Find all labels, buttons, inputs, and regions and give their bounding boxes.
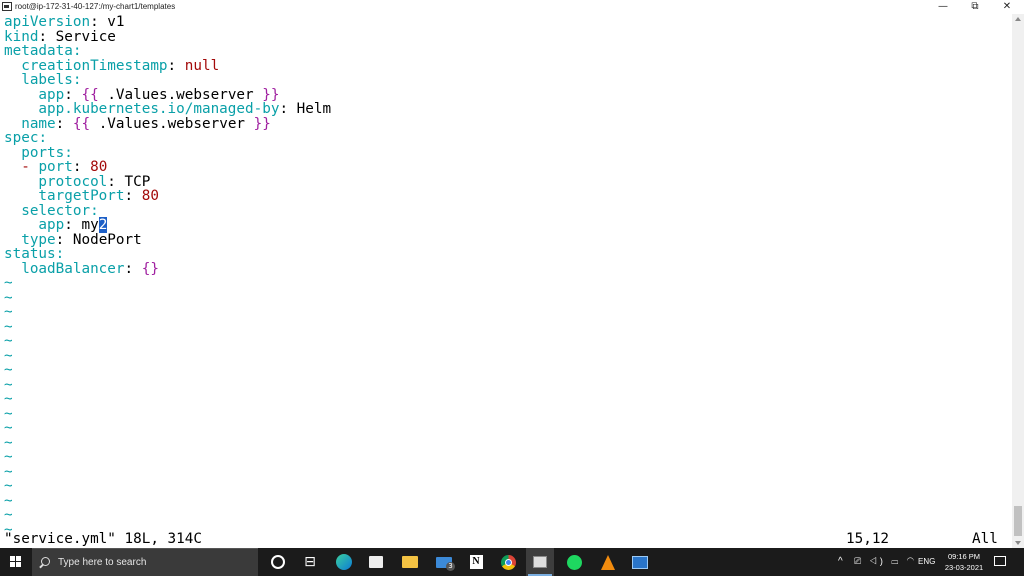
- cortana-icon[interactable]: [268, 552, 288, 572]
- empty-line-tilde: ~: [4, 478, 13, 494]
- putty-icon: [2, 2, 12, 11]
- clock[interactable]: 09:16 PM 23-03-2021: [942, 551, 986, 579]
- empty-line-tilde: ~: [4, 420, 13, 436]
- empty-line-tilde: ~: [4, 362, 13, 378]
- vim-cursor-position: 15,12: [846, 531, 890, 547]
- clock-time: 09:16 PM: [947, 552, 981, 561]
- file-explorer-icon[interactable]: [400, 552, 420, 572]
- code-token: {}: [141, 260, 159, 277]
- taskbar: Type here to search ⊟ 3 N ^ ⎚ ◁) ▭ ◠ ENG…: [0, 548, 1024, 576]
- task-view-icon[interactable]: ⊟: [300, 552, 320, 572]
- empty-line-tilde: ~: [4, 333, 13, 349]
- empty-line-tilde: ~: [4, 304, 13, 320]
- code-token: loadBalancer: [4, 260, 125, 277]
- window-title-bar[interactable]: root@ip-172-31-40-127:/my-chart1/templat…: [0, 0, 1024, 14]
- vim-terminal[interactable]: apiVersion: v1 kind: Service metadata: cre…: [0, 14, 1012, 548]
- system-tray-icons[interactable]: ⎚ ◁) ▭ ◠: [854, 556, 917, 584]
- code-token: :: [55, 115, 73, 132]
- mail-icon[interactable]: 3: [434, 552, 455, 572]
- scroll-down-arrow-icon[interactable]: [1015, 541, 1021, 545]
- search-placeholder: Type here to search: [58, 557, 147, 568]
- minimize-button[interactable]: —: [928, 0, 958, 14]
- store-icon[interactable]: [366, 552, 386, 572]
- empty-line-tilde: ~: [4, 449, 13, 465]
- vim-scroll-indicator: All: [972, 531, 998, 547]
- code-token: null: [184, 57, 220, 74]
- vim-status-file: "service.yml" 18L, 314C: [4, 531, 202, 547]
- code-token: 80: [141, 188, 159, 204]
- clock-date: 23-03-2021: [944, 563, 984, 572]
- empty-line-tilde: ~: [4, 275, 13, 291]
- language-indicator[interactable]: ENG: [918, 557, 935, 585]
- close-button[interactable]: ✕: [992, 0, 1022, 14]
- notion-letter: N: [469, 555, 483, 569]
- spotify-icon[interactable]: [564, 552, 584, 572]
- code-line: loadBalancer: {}: [4, 260, 159, 277]
- code-token: :: [124, 188, 142, 204]
- terminal-scrollbar[interactable]: [1012, 14, 1024, 548]
- notification-center-icon[interactable]: [994, 556, 1006, 566]
- start-button[interactable]: [0, 548, 32, 576]
- putty-taskbar-icon[interactable]: [530, 552, 550, 572]
- notion-icon[interactable]: N: [466, 552, 486, 572]
- code-token: :: [124, 260, 142, 277]
- code-token: }}: [245, 115, 271, 132]
- mail-badge: 3: [446, 562, 455, 571]
- photos-icon[interactable]: [630, 552, 650, 572]
- code-token: {{: [72, 115, 99, 132]
- code-token: NodePort: [72, 231, 142, 248]
- code-token: :: [167, 57, 185, 74]
- empty-line-tilde: ~: [4, 507, 13, 523]
- taskbar-search-box[interactable]: Type here to search: [32, 548, 258, 576]
- restore-button[interactable]: ⧉: [960, 0, 990, 14]
- edge-browser-icon[interactable]: [334, 552, 354, 572]
- empty-line-tilde: ~: [4, 391, 13, 407]
- chrome-icon[interactable]: [498, 552, 518, 572]
- windows-logo-icon: [10, 556, 22, 568]
- vlc-icon[interactable]: [598, 552, 618, 572]
- show-hidden-icons-chevron-icon[interactable]: ^: [838, 556, 843, 584]
- code-token: :: [279, 101, 297, 117]
- code-token: .Values.webserver: [98, 115, 246, 132]
- scrollbar-thumb[interactable]: [1014, 506, 1022, 536]
- search-icon: [41, 557, 50, 566]
- scroll-up-arrow-icon[interactable]: [1015, 17, 1021, 21]
- code-token: Helm: [296, 101, 332, 117]
- window-title: root@ip-172-31-40-127:/my-chart1/templat…: [15, 2, 176, 11]
